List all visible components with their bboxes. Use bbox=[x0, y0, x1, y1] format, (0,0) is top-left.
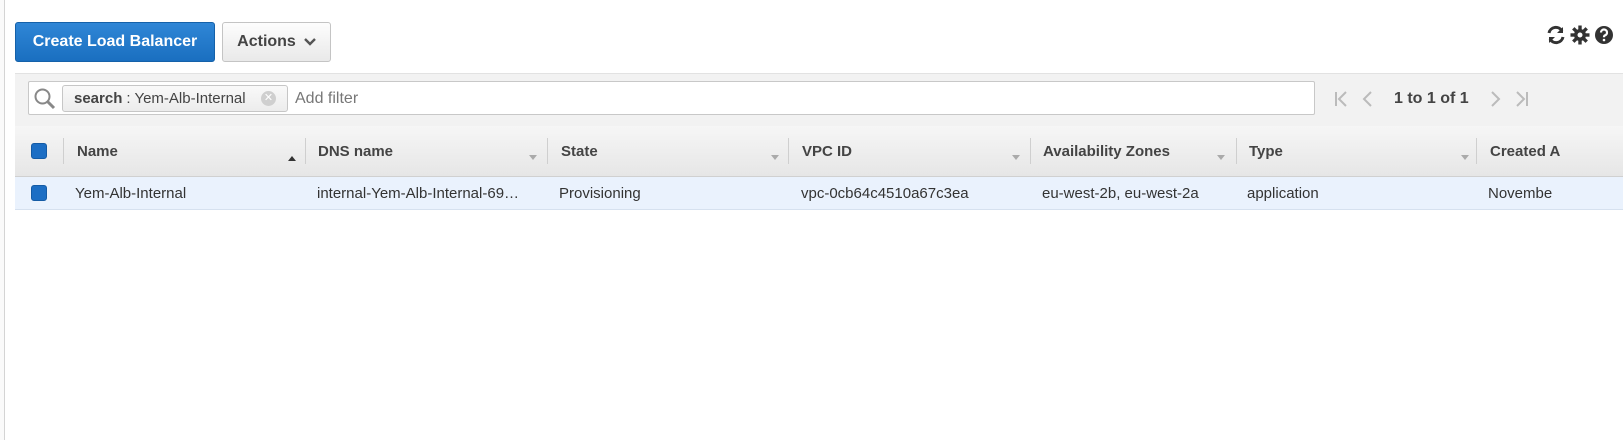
actions-label: Actions bbox=[237, 33, 296, 50]
first-page-icon[interactable] bbox=[1328, 90, 1354, 108]
cell-created-at: Novembe bbox=[1488, 185, 1553, 202]
sort-down-icon[interactable] bbox=[1216, 148, 1226, 164]
column-separator bbox=[788, 138, 789, 164]
column-header-type[interactable]: Type bbox=[1249, 126, 1283, 177]
column-separator bbox=[1236, 138, 1237, 164]
add-filter-input[interactable] bbox=[293, 86, 893, 111]
left-panel-border bbox=[0, 0, 5, 440]
filter-token-value: : Yem-Alb-Internal bbox=[126, 90, 246, 107]
column-separator bbox=[547, 138, 548, 164]
sort-down-icon[interactable] bbox=[1011, 148, 1021, 164]
cell-vpc-id: vpc-0cb64c4510a67c3ea bbox=[801, 185, 969, 202]
next-page-icon[interactable] bbox=[1483, 90, 1509, 108]
cell-name: Yem-Alb-Internal bbox=[75, 185, 187, 202]
search-icon bbox=[33, 87, 57, 114]
actions-dropdown-button[interactable]: Actions bbox=[222, 22, 331, 62]
column-header-dns-name[interactable]: DNS name bbox=[318, 126, 393, 177]
sort-down-icon[interactable] bbox=[770, 148, 780, 164]
pagination-count: 1 to 1 of 1 bbox=[1394, 90, 1469, 107]
search-filter-token[interactable]: search : Yem-Alb-Internal bbox=[62, 85, 288, 112]
sort-down-icon[interactable] bbox=[528, 148, 538, 164]
sort-down-icon[interactable] bbox=[1460, 148, 1470, 164]
column-separator bbox=[63, 138, 64, 164]
help-icon[interactable] bbox=[1593, 24, 1615, 46]
gear-icon[interactable] bbox=[1569, 24, 1591, 46]
select-all-checkbox[interactable] bbox=[31, 143, 47, 159]
create-load-balancer-label: Create Load Balancer bbox=[32, 33, 198, 50]
column-header-vpc-id[interactable]: VPC ID bbox=[802, 126, 852, 177]
cell-dns-name: internal-Yem-Alb-Internal-69… bbox=[317, 185, 520, 202]
column-header-name[interactable]: Name bbox=[77, 126, 118, 177]
cell-type: application bbox=[1247, 185, 1319, 202]
refresh-icon[interactable] bbox=[1545, 24, 1567, 46]
last-page-icon[interactable] bbox=[1509, 90, 1535, 108]
column-header-created-at[interactable]: Created A bbox=[1490, 126, 1623, 177]
pagination: 1 to 1 of 1 bbox=[1328, 86, 1535, 112]
cell-state: Provisioning bbox=[559, 185, 641, 202]
column-header-state[interactable]: State bbox=[561, 126, 598, 177]
sort-ascending-icon[interactable] bbox=[287, 148, 297, 164]
column-separator bbox=[1476, 138, 1477, 164]
row-checkbox[interactable] bbox=[31, 185, 47, 201]
chevron-down-icon bbox=[303, 33, 316, 51]
filter-token-key: search bbox=[74, 90, 123, 107]
column-separator bbox=[305, 138, 306, 164]
column-separator bbox=[1030, 138, 1031, 164]
create-load-balancer-button[interactable]: Create Load Balancer bbox=[15, 22, 215, 62]
remove-filter-icon[interactable]: ✕ bbox=[261, 91, 276, 106]
cell-availability-zones: eu-west-2b, eu-west-2a bbox=[1042, 185, 1199, 202]
column-header-availability-zones[interactable]: Availability Zones bbox=[1043, 126, 1170, 177]
previous-page-icon[interactable] bbox=[1354, 90, 1380, 108]
